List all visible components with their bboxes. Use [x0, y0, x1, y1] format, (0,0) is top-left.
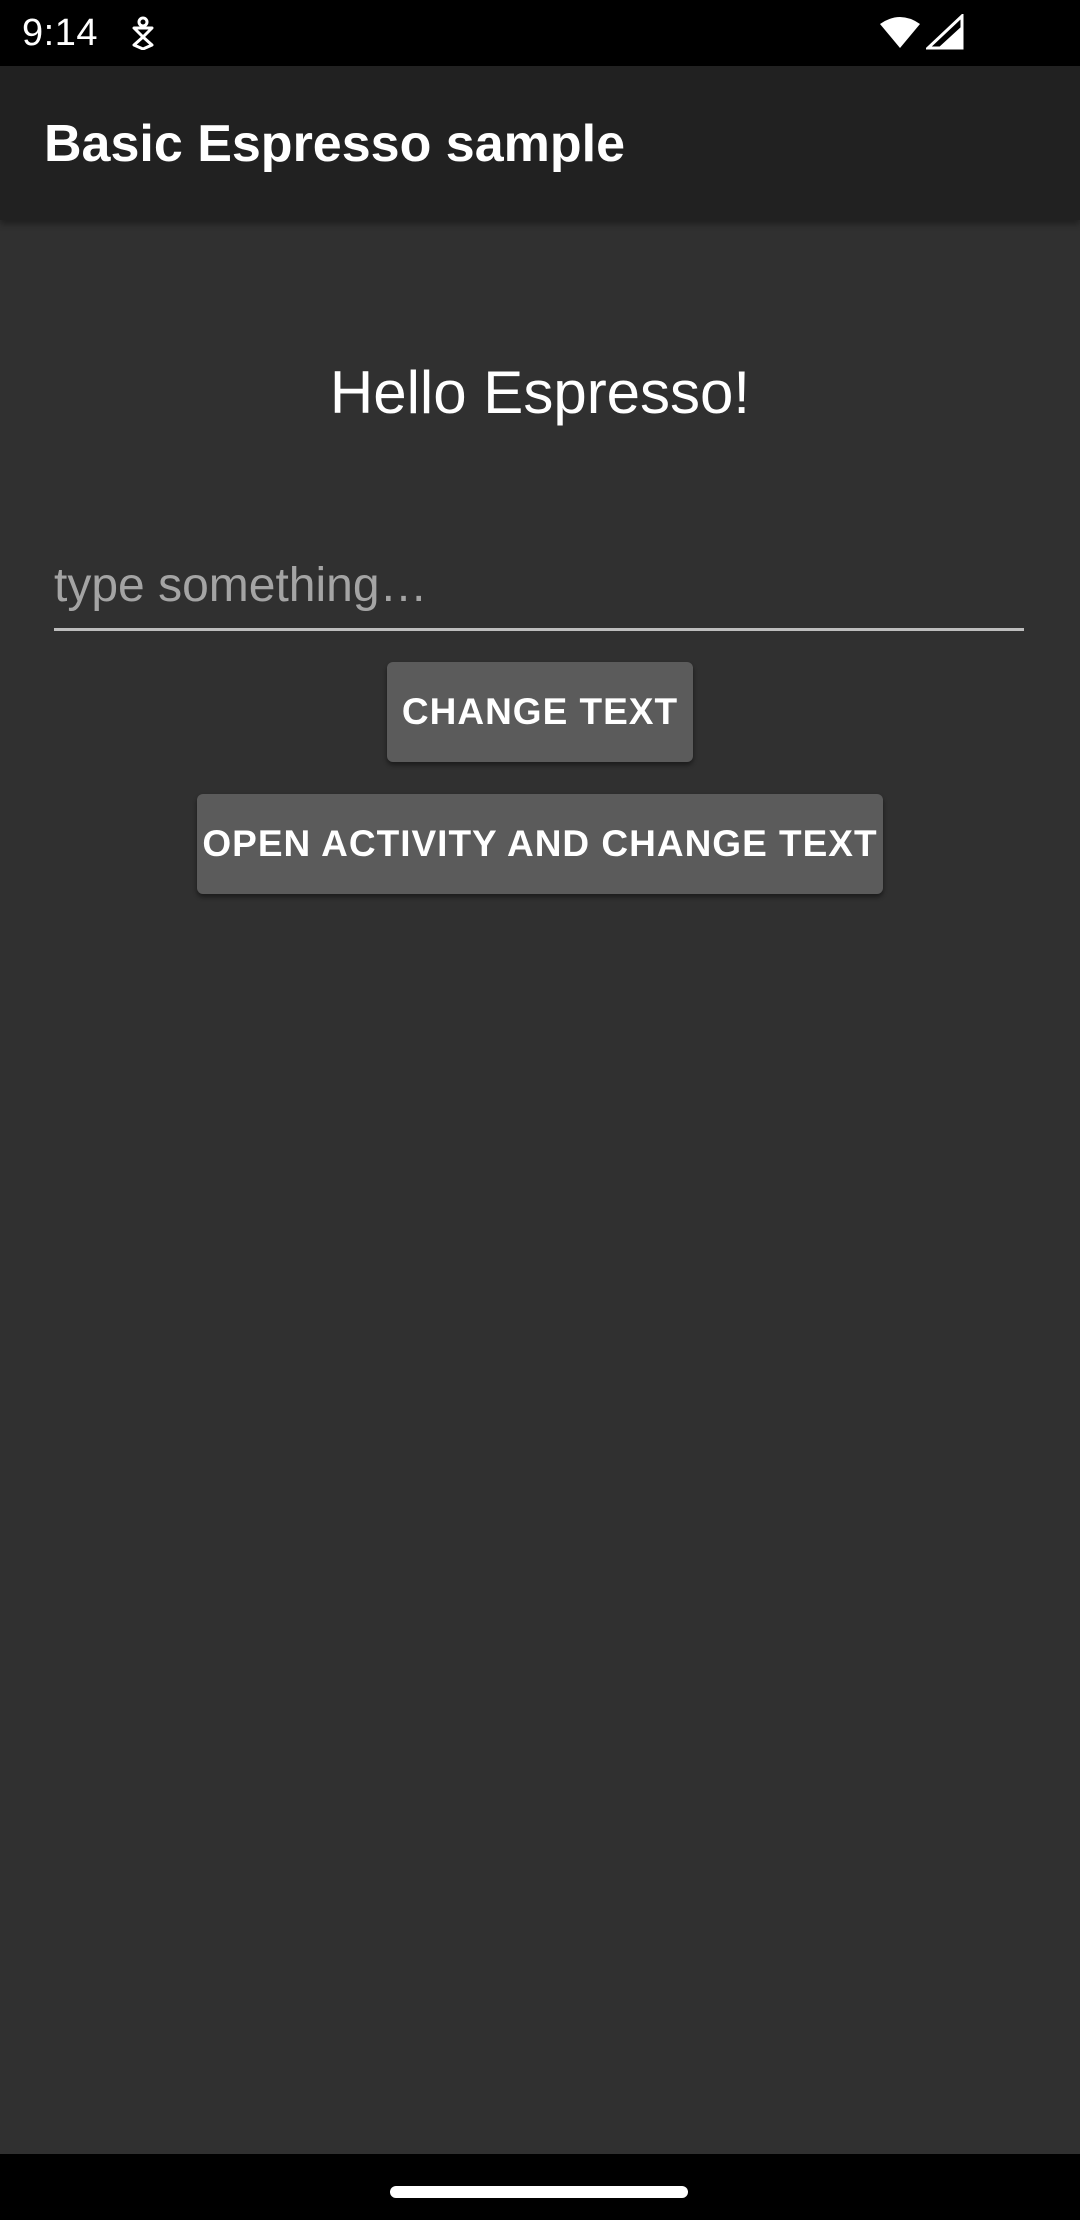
text-input[interactable]	[54, 550, 1024, 631]
home-gesture-handle[interactable]	[390, 2186, 688, 2198]
open-activity-and-change-text-button[interactable]: OPEN ACTIVITY AND CHANGE TEXT	[197, 794, 883, 894]
app-bar: Basic Espresso sample	[0, 66, 1080, 220]
change-text-button[interactable]: CHANGE TEXT	[387, 662, 693, 762]
main-content: Hello Espresso! CHANGE TEXT OPEN ACTIVIT…	[0, 220, 1080, 2154]
notification-icon	[128, 16, 158, 51]
phone-screen: 9:14 Basic Espresso sample Hello Espress…	[0, 0, 1080, 2220]
cellular-signal-icon	[924, 12, 964, 50]
wifi-icon	[878, 16, 922, 50]
navigation-bar	[0, 2154, 1080, 2220]
hello-text: Hello Espresso!	[329, 359, 751, 426]
app-title: Basic Espresso sample	[44, 115, 625, 173]
status-time: 9:14	[22, 12, 98, 54]
status-bar: 9:14	[0, 0, 1080, 66]
